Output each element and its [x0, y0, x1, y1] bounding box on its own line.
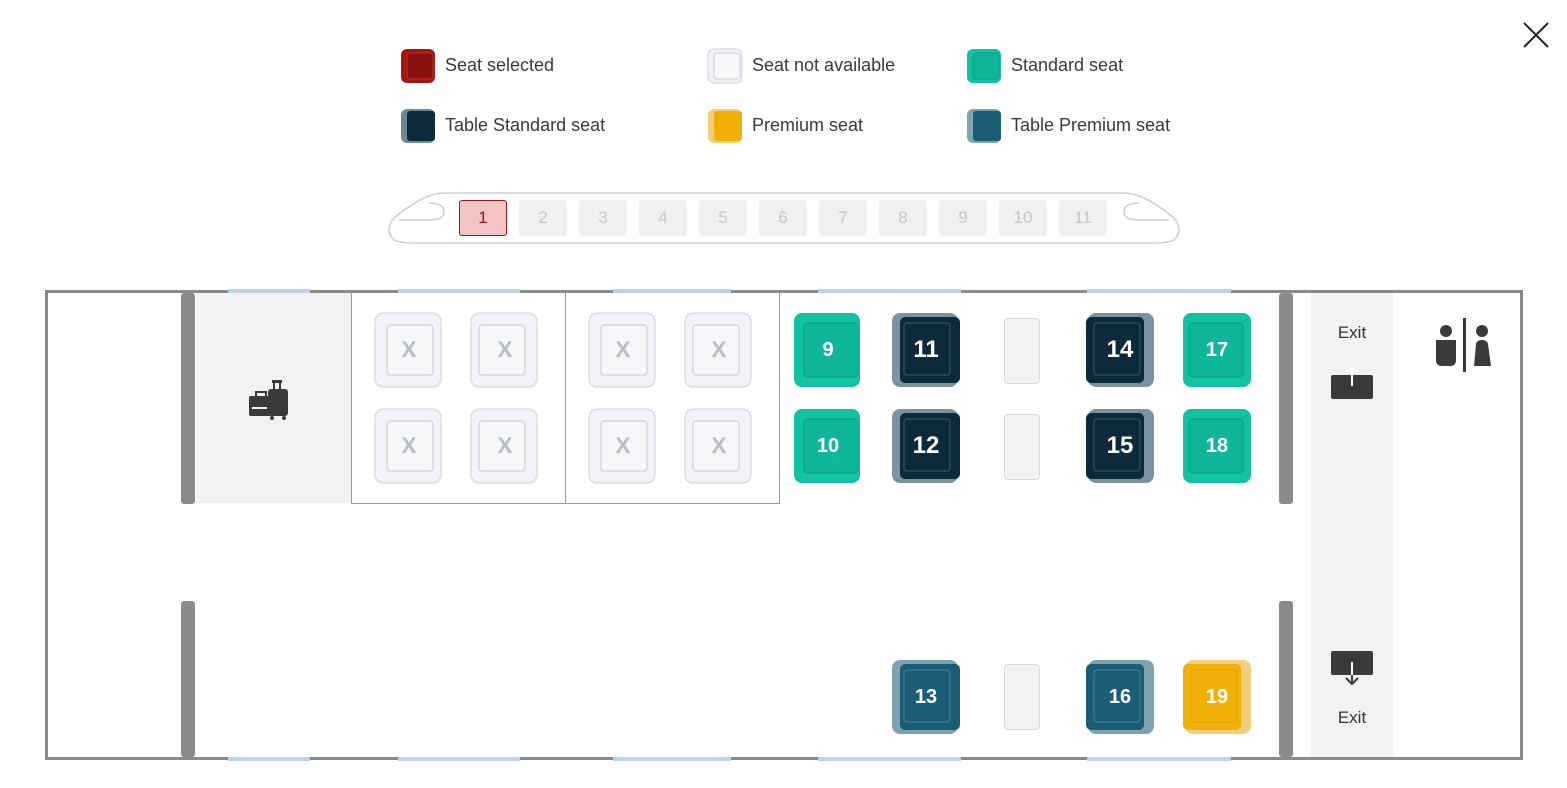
- coach-6-button[interactable]: 6: [759, 200, 807, 236]
- legend-label: Seat not available: [752, 54, 896, 75]
- close-button[interactable]: [1519, 18, 1553, 52]
- seat-13[interactable]: 13: [890, 658, 962, 736]
- coach-3-button[interactable]: 3: [579, 200, 627, 236]
- seat-number: 19: [1205, 685, 1229, 708]
- window: [398, 757, 520, 761]
- table: [1004, 318, 1040, 384]
- legend-premium: Premium seat: [704, 105, 863, 145]
- seat-number: 16: [1108, 685, 1132, 708]
- seat-19[interactable]: 19: [1181, 658, 1253, 736]
- unavailable-mark: X: [497, 433, 513, 458]
- exit-up-icon: [1331, 366, 1373, 399]
- unavailable-mark: X: [711, 337, 727, 362]
- unavailable-mark: X: [401, 337, 417, 362]
- exit-label-bottom: Exit: [1337, 708, 1367, 727]
- partition-wall: [181, 601, 195, 757]
- window: [818, 289, 961, 293]
- seat-number: 17: [1205, 338, 1229, 361]
- legend-label: Table Premium seat: [1011, 114, 1171, 135]
- legend-unavailable: Seat not available: [704, 45, 895, 85]
- seat-14[interactable]: 14: [1084, 311, 1156, 389]
- seat-17[interactable]: 17: [1181, 311, 1253, 389]
- coach-10-button[interactable]: 10: [999, 200, 1047, 236]
- luggage-area: [196, 293, 351, 503]
- coach-2-button[interactable]: 2: [519, 200, 567, 236]
- legend-table-standard: Table Standard seat: [397, 105, 605, 145]
- seat-number: 10: [816, 434, 840, 457]
- seat-number: 11: [913, 336, 939, 363]
- window: [818, 757, 961, 761]
- legend-selected: Seat selected: [397, 45, 554, 85]
- window: [1087, 757, 1231, 761]
- seat-standard-swatch-icon: [967, 49, 1001, 83]
- seat-unavailable: X: [683, 311, 755, 389]
- seat-selected-swatch-icon: [401, 49, 435, 83]
- seat-12[interactable]: 12: [890, 407, 962, 485]
- coach-8-button[interactable]: 8: [879, 200, 927, 236]
- legend-label: Standard seat: [1011, 54, 1124, 75]
- coach-5-button[interactable]: 5: [699, 200, 747, 236]
- seat-11[interactable]: 11: [890, 311, 962, 389]
- legend-label: Seat selected: [445, 54, 555, 75]
- seat-10[interactable]: 10: [792, 407, 864, 485]
- partition-wall: [1279, 293, 1293, 504]
- seat-unavailable: X: [469, 407, 541, 485]
- seat-number: 12: [912, 432, 940, 459]
- window: [613, 757, 731, 761]
- table: [1004, 414, 1040, 480]
- coach-4-button[interactable]: 4: [639, 200, 687, 236]
- seat-unavailable: X: [373, 311, 445, 389]
- seat-premium-swatch-icon: [708, 109, 742, 143]
- seat-number: 14: [1106, 336, 1134, 363]
- unavailable-mark: X: [711, 433, 727, 458]
- coach-selector: 1 2 3 4 5 6 7 8 9 10 11: [384, 190, 1184, 246]
- seat-unavailable-swatch-icon: [707, 48, 743, 84]
- partition-wall: [181, 293, 195, 504]
- seat-16[interactable]: 16: [1084, 658, 1156, 736]
- legend-label: Premium seat: [752, 114, 864, 135]
- seat-number: 9: [822, 338, 834, 361]
- coach-7-button[interactable]: 7: [819, 200, 867, 236]
- unavailable-mark: X: [401, 433, 417, 458]
- seat-number: 18: [1205, 434, 1229, 457]
- legend-standard: Standard seat: [963, 45, 1123, 85]
- partition-wall: [1279, 601, 1293, 757]
- seat-15[interactable]: 15: [1084, 407, 1156, 485]
- seat-table-premium-swatch-icon: [967, 109, 1001, 143]
- coach-11-button[interactable]: 11: [1059, 200, 1107, 236]
- unavailable-mark: X: [615, 433, 631, 458]
- exit-vestibule: [1311, 293, 1393, 757]
- window: [1087, 289, 1231, 293]
- coach-1-button[interactable]: 1: [459, 200, 507, 236]
- window: [228, 757, 310, 761]
- seat-number: 13: [914, 685, 938, 708]
- luggage-icon: [249, 380, 288, 420]
- seat-unavailable: X: [587, 407, 659, 485]
- exit-down-icon: [1331, 651, 1373, 686]
- seat-table-standard-swatch-icon: [401, 109, 435, 143]
- toilet-icon: [1436, 318, 1491, 372]
- legend-table-premium: Table Premium seat: [963, 105, 1170, 145]
- seat-unavailable: X: [469, 311, 541, 389]
- seat-9[interactable]: 9: [792, 311, 864, 389]
- seat-18[interactable]: 18: [1181, 407, 1253, 485]
- legend-label: Table Standard seat: [445, 114, 606, 135]
- coach-9-button[interactable]: 9: [939, 200, 987, 236]
- seat-unavailable: X: [683, 407, 755, 485]
- table: [1004, 664, 1040, 730]
- close-icon: [1523, 22, 1549, 48]
- exit-label-top: Exit: [1337, 323, 1367, 342]
- seat-unavailable: X: [587, 311, 659, 389]
- seat-unavailable: X: [373, 407, 445, 485]
- unavailable-mark: X: [497, 337, 513, 362]
- seat-number: 15: [1106, 432, 1134, 459]
- unavailable-mark: X: [615, 337, 631, 362]
